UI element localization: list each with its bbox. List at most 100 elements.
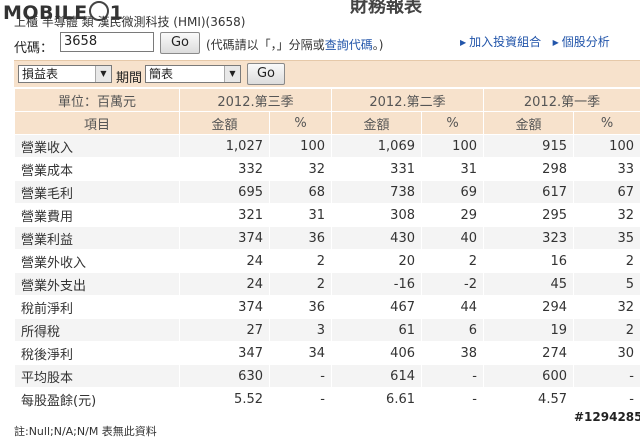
percent-cell: 40 [422,227,484,250]
amount-cell: 19 [484,319,574,342]
amount-cell: 915 [484,135,574,158]
stock-code-input[interactable]: 3658 [60,32,154,52]
percent-cell: 100 [422,135,484,158]
percent-cell: - [574,388,640,411]
amount-cell: 617 [484,181,574,204]
percent-cell: 36 [270,227,332,250]
percent-cell: 67 [574,181,640,204]
triangle-right-icon: ▶ [553,38,559,47]
row-label: 平均股本 [15,365,180,388]
filter-bar: 損益表 ▼ 期間 簡表 ▼ Go [14,60,640,87]
percent-cell: 29 [422,204,484,227]
chevron-down-icon[interactable]: ▼ [95,66,111,82]
row-label: 營業成本 [15,158,180,181]
percent-cell: 100 [574,135,640,158]
amount-cell: 274 [484,342,574,365]
filter-go-button[interactable]: Go [247,63,285,85]
amount-cell: 16 [484,250,574,273]
amount-cell: 45 [484,273,574,296]
period-select[interactable]: 簡表 ▼ [145,65,241,83]
amount-cell: 374 [180,296,270,319]
code-label: 代碼： [14,37,53,56]
chevron-down-icon[interactable]: ▼ [224,66,240,82]
stock-info: 上櫃 半導體 類 漢民微測科技 (HMI)(3658) [14,13,245,30]
amount-cell: 294 [484,296,574,319]
amount-header: 金額 [484,112,574,135]
percent-cell: 2 [574,319,640,342]
percent-cell: 31 [270,204,332,227]
table-row: 營業毛利695687386961767 [15,181,640,204]
table-row: 稅後淨利347344063827430 [15,342,640,365]
report-type-select[interactable]: 損益表 ▼ [18,65,112,83]
item-header: 項目 [15,112,180,135]
percent-cell: - [270,365,332,388]
amount-cell: 323 [484,227,574,250]
triangle-right-icon: ▶ [460,38,466,47]
amount-cell: 600 [484,365,574,388]
percent-cell: - [422,365,484,388]
image-id-tag: #1294285 [574,410,640,424]
table-row: 稅前淨利374364674429432 [15,296,640,319]
amount-cell: 738 [332,181,422,204]
amount-cell: 24 [180,273,270,296]
amount-cell: 374 [180,227,270,250]
row-label: 營業外支出 [15,273,180,296]
hint-suffix: 。) [373,38,384,52]
percent-cell: 44 [422,296,484,319]
percent-cell: 32 [574,204,640,227]
stock-analysis-link[interactable]: ▶個股分析 [553,35,610,49]
table-row: 營業外支出242-16-2455 [15,273,640,296]
amount-header: 金額 [180,112,270,135]
add-portfolio-link[interactable]: ▶加入投資組合 [460,35,541,49]
row-label: 稅後淨利 [15,342,180,365]
percent-cell: 31 [422,158,484,181]
table-row: 營業成本332323313129833 [15,158,640,181]
row-label: 營業收入 [15,135,180,158]
percent-cell: -2 [422,273,484,296]
percent-cell: 5 [574,273,640,296]
table-subheader-row: 項目 金額 % 金額 % 金額 % [15,112,640,135]
period-header: 2012.第一季 [484,89,640,112]
table-row: 營業利益374364304032335 [15,227,640,250]
unit-label: 單位：百萬元 [15,89,180,112]
period-label: 期間 [116,67,142,86]
percent-cell: 2 [270,273,332,296]
amount-cell: 695 [180,181,270,204]
income-statement-table: 單位：百萬元 2012.第三季 2012.第二季 2012.第一季 項目 金額 … [14,88,640,411]
amount-cell: 24 [180,250,270,273]
percent-cell: - [574,365,640,388]
percent-cell: 2 [422,250,484,273]
lookup-code-link[interactable]: 查詢代碼 [325,38,373,52]
row-label: 營業毛利 [15,181,180,204]
amount-cell: 467 [332,296,422,319]
amount-cell: 308 [332,204,422,227]
percent-cell: 32 [574,296,640,319]
footnote: 註:Null;N/A;N/M 表無此資料 [14,423,157,439]
amount-cell: 20 [332,250,422,273]
amount-cell: 630 [180,365,270,388]
period-header: 2012.第二季 [332,89,484,112]
percent-cell: 69 [422,181,484,204]
row-label: 營業利益 [15,227,180,250]
percent-cell: - [270,388,332,411]
amount-header: 金額 [332,112,422,135]
page-title: 財務報表 [350,0,422,18]
table-row: 平均股本630-614-600- [15,365,640,388]
amount-cell: 614 [332,365,422,388]
percent-cell: 68 [270,181,332,204]
code-hint: (代碼請以「，」分隔或查詢代碼。) [206,36,383,53]
row-label: 營業外收入 [15,250,180,273]
percent-cell: 36 [270,296,332,319]
row-label: 營業費用 [15,204,180,227]
period-header: 2012.第三季 [180,89,332,112]
amount-cell: 1,069 [332,135,422,158]
percent-cell: 2 [574,250,640,273]
pct-header: % [574,112,640,135]
code-go-button[interactable]: Go [160,32,200,54]
percent-cell: 2 [270,250,332,273]
amount-cell: 347 [180,342,270,365]
table-row: 每股盈餘(元)5.52-6.61-4.57- [15,388,640,411]
amount-cell: 430 [332,227,422,250]
hint-prefix: (代碼請以「，」分隔或 [206,38,325,52]
row-label: 所得稅 [15,319,180,342]
